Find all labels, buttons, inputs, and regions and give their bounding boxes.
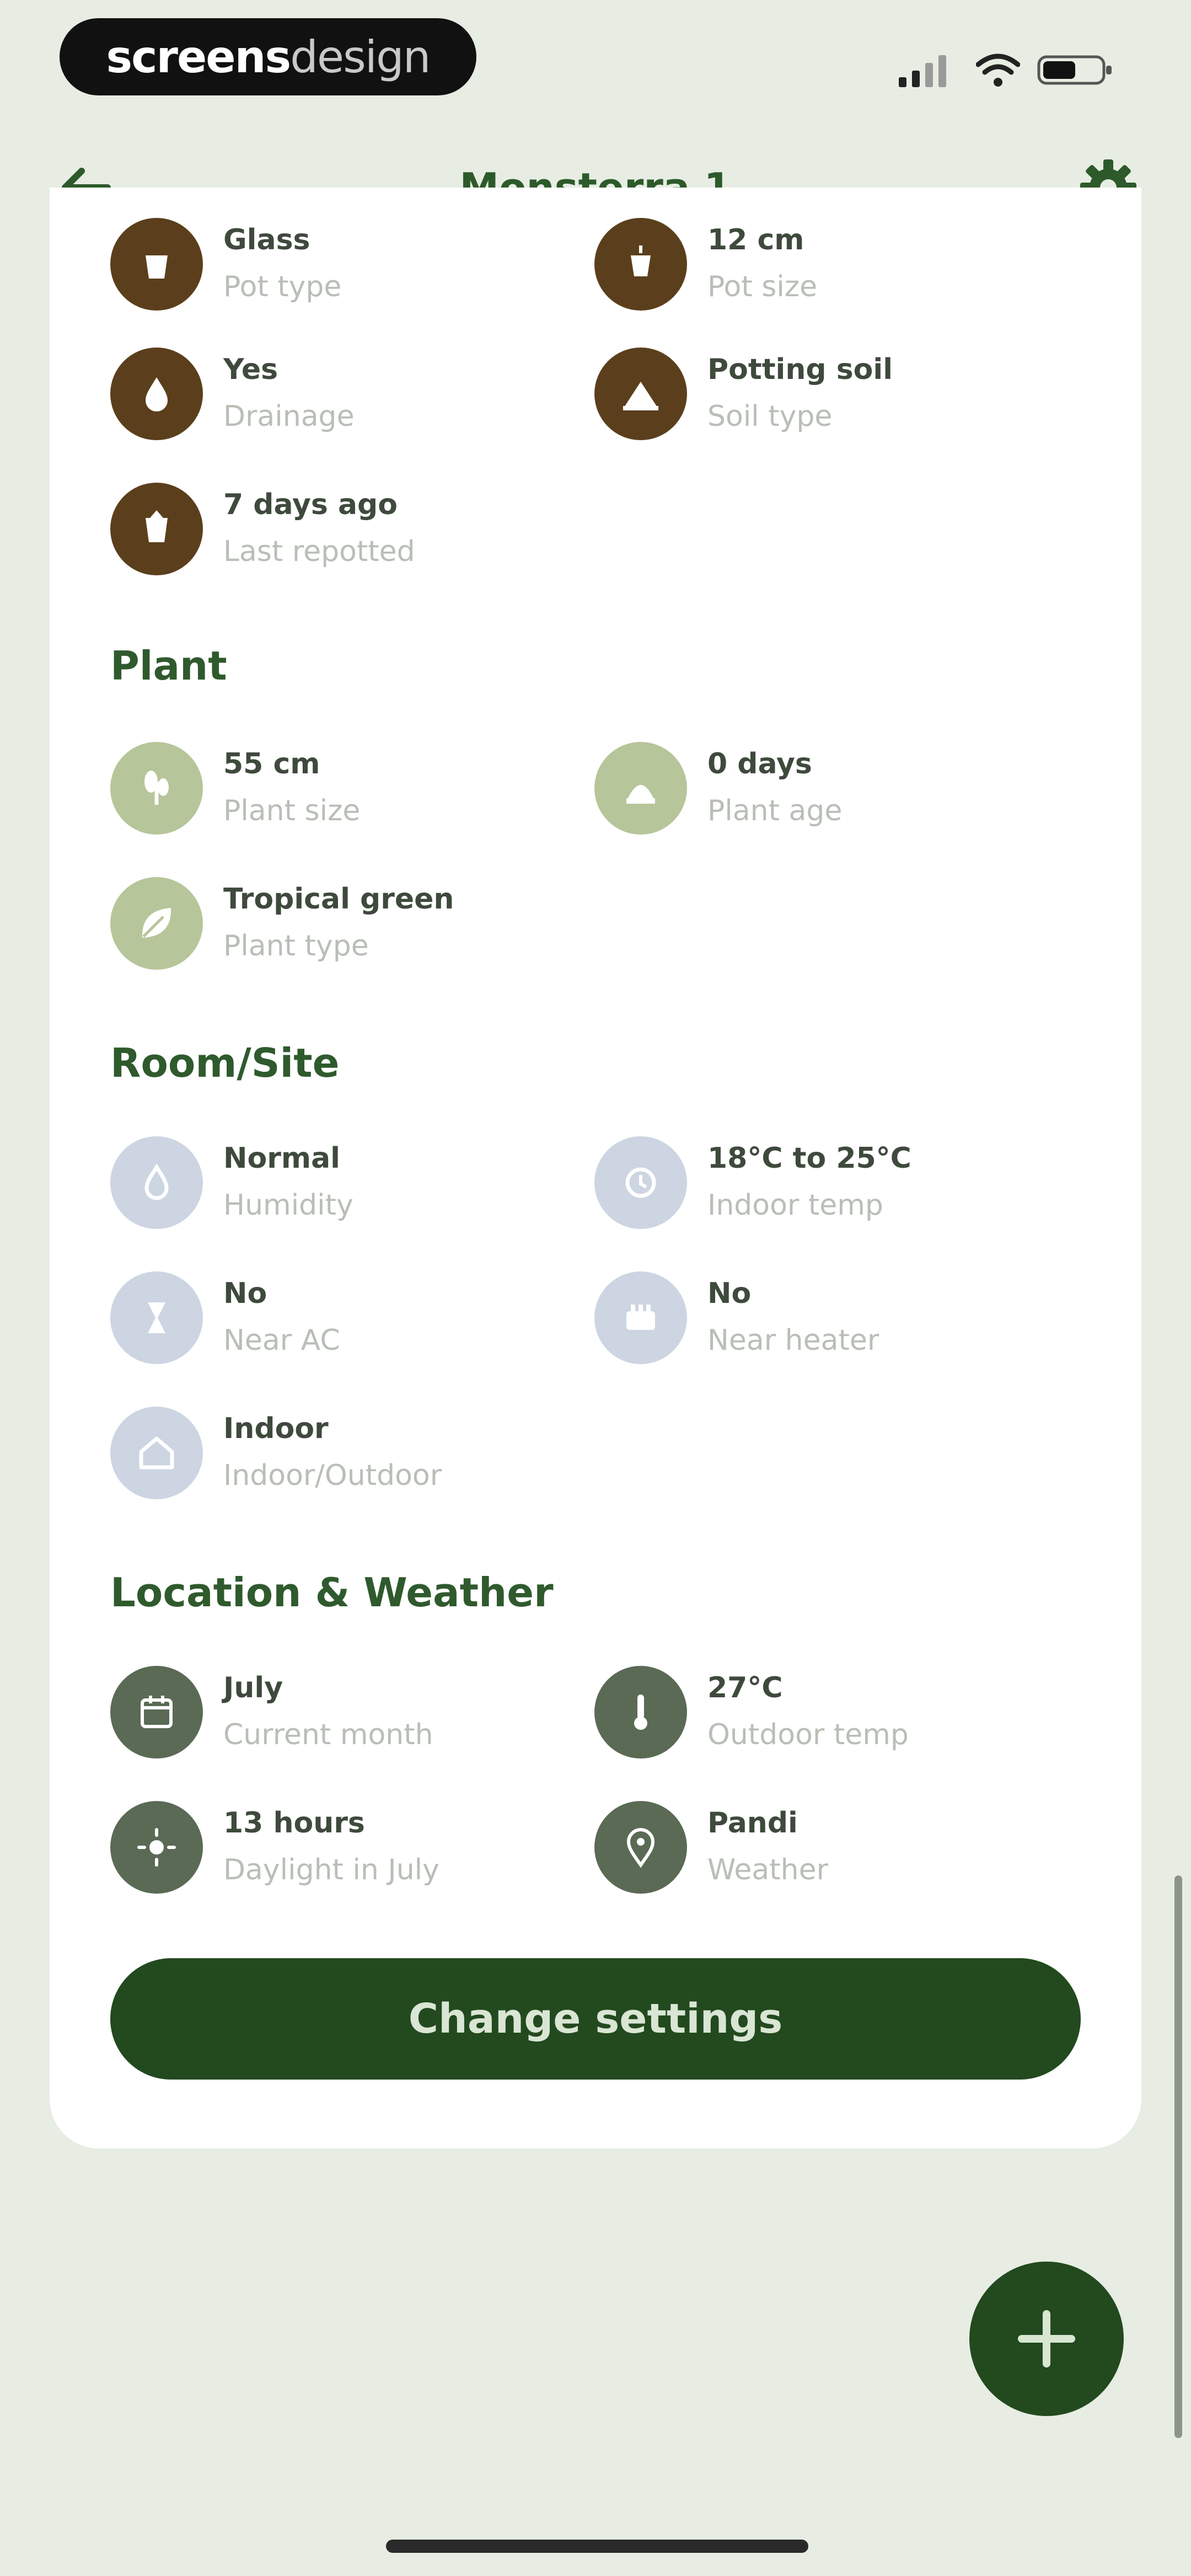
ac-icon [110, 1271, 203, 1364]
heater-icon [594, 1271, 687, 1364]
plant-size-item: 55 cm Plant size [110, 742, 551, 836]
near-heater-label: Near heater [707, 1324, 879, 1357]
outdoor-temp-item: 27°C Outdoor temp [594, 1666, 1036, 1760]
indoor-outdoor-label: Indoor/Outdoor [223, 1459, 442, 1492]
near-heater-value: No [707, 1277, 752, 1310]
status-bar: screens design [0, 0, 1191, 127]
current-month-label: Current month [223, 1718, 433, 1751]
plant-type-value: Tropical green [223, 883, 454, 916]
brand-logo: screens design [60, 18, 476, 95]
pot-type-label: Pot type [223, 270, 342, 303]
pot-size-label: Pot size [707, 270, 818, 303]
soil-icon [594, 348, 687, 440]
plant-section-title: Plant [110, 643, 227, 689]
sun-icon [110, 1801, 203, 1894]
indoor-temp-value: 18°C to 25°C [707, 1142, 911, 1175]
outdoor-temp-value: 27°C [707, 1671, 783, 1704]
pot-type-item: Glass Pot type [110, 218, 551, 312]
leaf-icon [110, 877, 203, 970]
plant-type-label: Plant type [223, 929, 369, 963]
plant-size-icon [110, 742, 203, 835]
current-month-value: July [223, 1671, 283, 1704]
last-repotted-item: 7 days ago Last repotted [110, 483, 551, 576]
last-repotted-label: Last repotted [223, 535, 415, 568]
indoor-outdoor-item: Indoor Indoor/Outdoor [110, 1407, 551, 1500]
home-indicator[interactable] [386, 2540, 808, 2553]
plant-details-card: Glass Pot type 12 cm Pot size Yes Draina… [50, 188, 1141, 2149]
near-ac-value: No [223, 1277, 267, 1310]
indoor-temp-label: Indoor temp [707, 1189, 883, 1222]
change-settings-button[interactable]: Change settings [110, 1958, 1081, 2080]
last-repotted-value: 7 days ago [223, 488, 398, 521]
pot-size-item: 12 cm Pot size [594, 218, 1036, 312]
battery-icon [1037, 55, 1112, 85]
calendar-icon [110, 1666, 203, 1759]
daylight-item: 13 hours Daylight in July [110, 1801, 551, 1895]
pot-type-value: Glass [223, 223, 310, 256]
near-ac-item: No Near AC [110, 1271, 551, 1365]
soil-type-item: Potting soil Soil type [594, 348, 1036, 441]
indoor-outdoor-value: Indoor [223, 1412, 329, 1445]
indoor-temp-item: 18°C to 25°C Indoor temp [594, 1136, 1036, 1230]
brand-bold-text: screens [106, 31, 292, 83]
outdoor-temp-label: Outdoor temp [707, 1718, 909, 1751]
drop-icon [110, 348, 203, 440]
location-pin-icon [594, 1801, 687, 1894]
plant-age-icon [594, 742, 687, 835]
current-month-item: July Current month [110, 1666, 551, 1760]
daylight-label: Daylight in July [223, 1853, 439, 1886]
plant-age-label: Plant age [707, 794, 843, 827]
weather-location-item: Pandi Weather [594, 1801, 1036, 1895]
humidity-icon [110, 1136, 203, 1229]
location-section-title: Location & Weather [110, 1569, 554, 1616]
brand-light-text: design [290, 31, 431, 83]
plant-size-label: Plant size [223, 794, 361, 827]
drainage-value: Yes [223, 353, 278, 386]
plus-icon [1018, 2310, 1075, 2367]
add-button[interactable] [969, 2262, 1124, 2416]
drainage-label: Drainage [223, 400, 355, 433]
pot-size-icon [594, 218, 687, 311]
weather-location-value: Pandi [707, 1807, 798, 1840]
pot-icon [110, 218, 203, 311]
thermometer-icon [594, 1666, 687, 1759]
humidity-value: Normal [223, 1142, 340, 1175]
wifi-icon [976, 54, 1020, 87]
room-section-title: Room/Site [110, 1040, 340, 1086]
plant-type-item: Tropical green Plant type [110, 877, 551, 971]
indoor-temp-icon [594, 1136, 687, 1229]
soil-type-value: Potting soil [707, 353, 893, 386]
weather-location-label: Weather [707, 1853, 828, 1886]
pot-size-value: 12 cm [707, 223, 804, 256]
soil-type-label: Soil type [707, 400, 833, 433]
house-icon [110, 1407, 203, 1499]
drainage-item: Yes Drainage [110, 348, 551, 441]
cellular-signal-icon [899, 55, 946, 87]
daylight-value: 13 hours [223, 1807, 365, 1840]
humidity-label: Humidity [223, 1189, 353, 1222]
repot-icon [110, 483, 203, 575]
plant-age-item: 0 days Plant age [594, 742, 1036, 836]
near-ac-label: Near AC [223, 1324, 340, 1357]
near-heater-item: No Near heater [594, 1271, 1036, 1365]
scrollbar[interactable] [1174, 1875, 1182, 2438]
plant-size-value: 55 cm [223, 747, 320, 781]
humidity-item: Normal Humidity [110, 1136, 551, 1230]
plant-age-value: 0 days [707, 747, 812, 781]
